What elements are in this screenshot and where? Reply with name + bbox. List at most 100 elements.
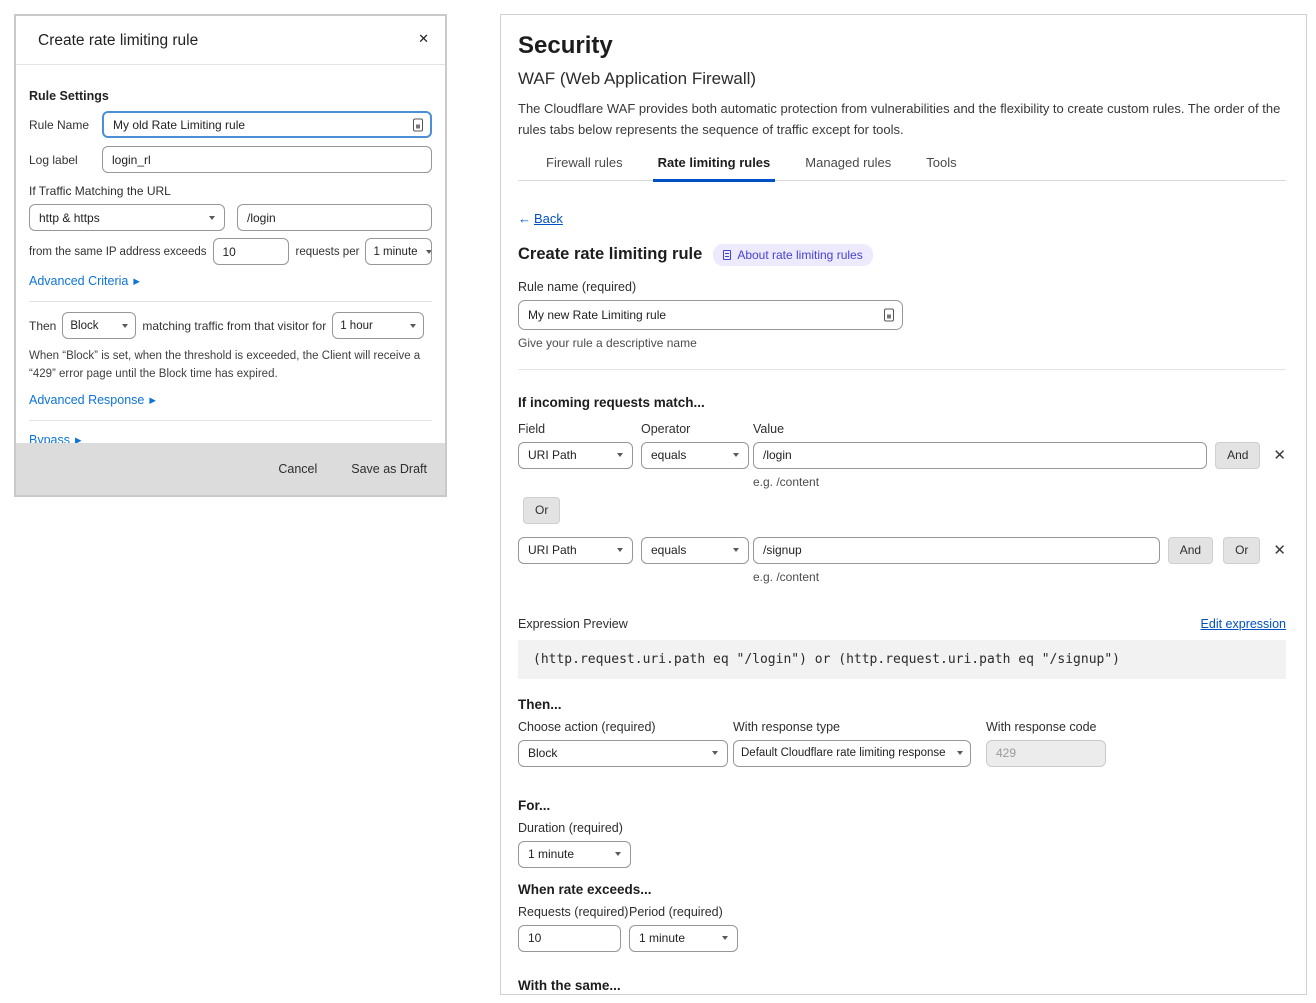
for-heading: For... — [518, 798, 1286, 813]
action-select-value: Block — [528, 746, 557, 760]
dialog-body: Rule Settings Rule Name Log label If Tra… — [16, 65, 445, 447]
same-heading: With the same... — [518, 978, 1286, 993]
condition-row: URI Path equals e.g. /content And ✕ — [518, 442, 1286, 489]
security-waf-panel: Security WAF (Web Application Firewall) … — [500, 14, 1307, 995]
back-link[interactable]: ← Back — [518, 211, 563, 226]
period-select[interactable]: 1 minute — [629, 925, 738, 952]
response-type-select-value: Default Cloudflare rate limiting respons… — [741, 747, 946, 759]
page-title: Security — [518, 33, 1286, 59]
divider — [29, 301, 432, 302]
response-type-label: With response type — [733, 720, 971, 734]
action-select[interactable]: Block — [518, 740, 728, 767]
requests-label: Requests (required) — [518, 905, 629, 919]
block-note-text: When “Block” is set, when the threshold … — [29, 347, 429, 384]
advanced-criteria-label: Advanced Criteria — [29, 274, 128, 288]
rule-name-input[interactable] — [102, 111, 432, 138]
choose-action-label: Choose action (required) — [518, 720, 728, 734]
cancel-button[interactable]: Cancel — [278, 462, 317, 476]
period-label: Period (required) — [629, 905, 723, 919]
threshold-prefix-text: from the same IP address exceeds — [29, 246, 207, 258]
ban-duration-value: 1 hour — [340, 320, 373, 332]
ban-duration-select[interactable]: 1 hour — [332, 312, 424, 339]
field-select-value: URI Path — [528, 543, 577, 557]
dialog-footer: Cancel Save as Draft — [16, 443, 445, 495]
operator-column-label: Operator — [641, 422, 753, 436]
caret-down-icon — [733, 453, 739, 457]
threshold-requests-input[interactable] — [213, 238, 289, 265]
url-input[interactable] — [237, 204, 432, 231]
field-select[interactable]: URI Path — [518, 442, 633, 469]
rate-heading: When rate exceeds... — [518, 882, 1286, 897]
response-type-select[interactable]: Default Cloudflare rate limiting respons… — [733, 740, 971, 767]
rule-name-help: Give your rule a descriptive name — [518, 336, 1286, 350]
field-select[interactable]: URI Path — [518, 537, 633, 564]
operator-select-value: equals — [651, 543, 686, 557]
waf-tabs: Firewall rules Rate limiting rules Manag… — [518, 153, 1286, 181]
and-button[interactable]: And — [1168, 537, 1213, 564]
caret-down-icon — [712, 751, 718, 755]
or-button[interactable]: Or — [1223, 537, 1260, 564]
advanced-response-link[interactable]: Advanced Response ▶ — [29, 393, 156, 407]
caret-down-icon — [615, 852, 621, 856]
then-label: Then — [29, 319, 56, 333]
dialog-title: Create rate limiting rule — [38, 32, 198, 50]
then-action-select[interactable]: Block — [62, 312, 136, 339]
traffic-match-label: If Traffic Matching the URL — [29, 184, 432, 198]
field-select-value: URI Path — [528, 448, 577, 462]
rule-name-label: Rule name (required) — [518, 280, 1286, 294]
page-subtitle: WAF (Web Application Firewall) — [518, 69, 1286, 89]
tab-rate-limiting-rules[interactable]: Rate limiting rules — [657, 153, 772, 180]
value-input[interactable] — [753, 537, 1160, 564]
close-icon[interactable]: ✕ — [418, 32, 429, 45]
advanced-criteria-link[interactable]: Advanced Criteria ▶ — [29, 274, 140, 288]
scheme-select-value: http & https — [39, 211, 100, 225]
autofill-icon — [413, 118, 423, 131]
caret-down-icon — [209, 216, 215, 220]
tab-managed-rules[interactable]: Managed rules — [804, 153, 892, 180]
rule-name-label: Rule Name — [29, 118, 102, 132]
expression-preview-code: (http.request.uri.path eq "/login") or (… — [518, 640, 1286, 679]
condition-row: URI Path equals e.g. /content And Or ✕ — [518, 537, 1286, 584]
caret-down-icon — [957, 751, 963, 755]
about-rate-limiting-rules-badge[interactable]: About rate limiting rules — [713, 244, 872, 266]
scheme-select[interactable]: http & https — [29, 204, 225, 231]
requests-per-text: requests per — [296, 246, 360, 258]
response-code-label: With response code — [986, 720, 1106, 734]
field-column-label: Field — [518, 422, 641, 436]
divider — [518, 369, 1286, 370]
requests-input[interactable] — [518, 925, 621, 952]
document-icon — [723, 250, 731, 260]
duration-select-value: 1 minute — [528, 847, 574, 861]
remove-condition-icon[interactable]: ✕ — [1273, 442, 1286, 469]
threshold-period-select[interactable]: 1 minute — [365, 238, 432, 265]
match-heading: If incoming requests match... — [518, 395, 1286, 410]
duration-select[interactable]: 1 minute — [518, 841, 631, 868]
operator-select[interactable]: equals — [641, 442, 749, 469]
page-description: The Cloudflare WAF provides both automat… — [518, 99, 1286, 139]
save-as-draft-button[interactable]: Save as Draft — [351, 462, 427, 476]
operator-select[interactable]: equals — [641, 537, 749, 564]
caret-down-icon — [722, 936, 728, 940]
rule-name-input[interactable] — [518, 300, 903, 330]
form-title: Create rate limiting rule — [518, 245, 702, 264]
value-input[interactable] — [753, 442, 1207, 469]
tab-tools[interactable]: Tools — [925, 153, 957, 180]
dialog-header: Create rate limiting rule ✕ — [16, 16, 445, 65]
edit-expression-link[interactable]: Edit expression — [1201, 617, 1286, 631]
response-code-input — [986, 740, 1106, 767]
caret-down-icon — [122, 324, 128, 328]
rule-settings-heading: Rule Settings — [29, 89, 432, 103]
then-heading: Then... — [518, 697, 1286, 712]
log-label-input[interactable] — [102, 146, 432, 173]
threshold-period-value: 1 minute — [373, 246, 417, 258]
then-action-value: Block — [70, 320, 98, 332]
tab-firewall-rules[interactable]: Firewall rules — [545, 153, 624, 180]
and-button[interactable]: And — [1215, 442, 1260, 469]
value-column-label: Value — [753, 422, 784, 436]
or-button[interactable]: Or — [523, 497, 560, 524]
log-label-label: Log label — [29, 153, 102, 167]
remove-condition-icon[interactable]: ✕ — [1273, 537, 1286, 564]
advanced-response-label: Advanced Response — [29, 393, 144, 407]
value-hint: e.g. /content — [753, 475, 1207, 489]
caret-down-icon — [733, 548, 739, 552]
